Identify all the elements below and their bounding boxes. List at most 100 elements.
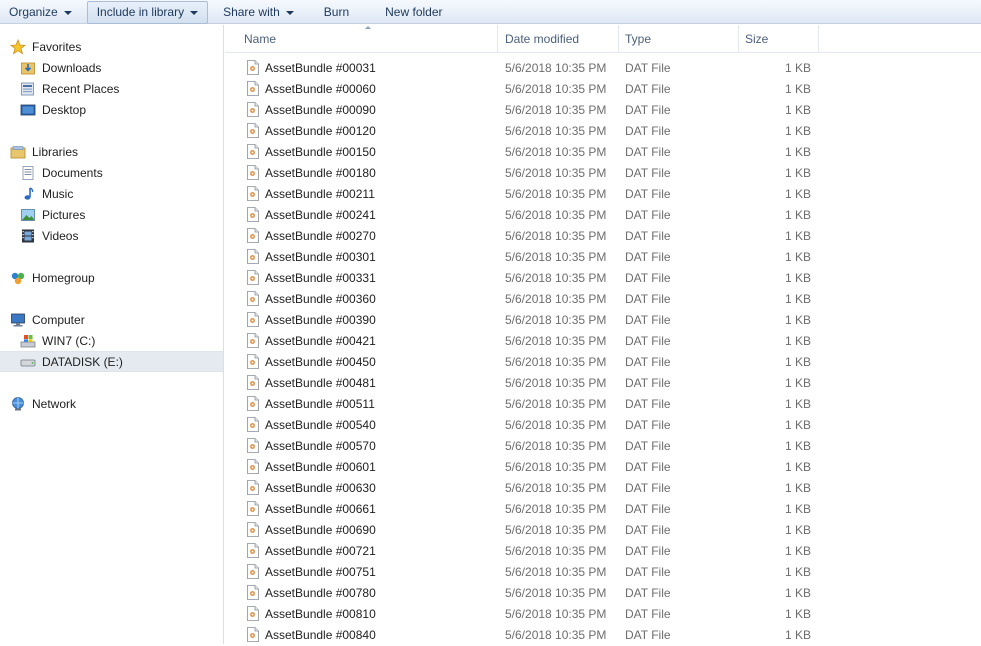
file-type: DAT File [625,481,671,495]
column-header-type[interactable]: Type [619,25,739,52]
file-size: 1 KB [784,502,811,516]
file-type: DAT File [625,418,671,432]
nav-computer[interactable]: Computer [0,309,223,330]
file-row[interactable]: AssetBundle #00601 5/6/2018 10:35 PM DAT F… [225,457,981,478]
file-row[interactable]: AssetBundle #00450 5/6/2018 10:35 PM DAT F… [225,352,981,373]
file-row[interactable]: AssetBundle #00270 5/6/2018 10:35 PM DAT F… [225,226,981,247]
navigation-pane: Favorites Downloads Recent Places Deskto… [0,25,224,644]
dat-file-icon [247,501,259,516]
file-row[interactable]: AssetBundle #00060 5/6/2018 10:35 PM DAT F… [225,79,981,100]
file-name: AssetBundle #00450 [265,355,376,369]
file-row[interactable]: AssetBundle #00511 5/6/2018 10:35 PM DAT F… [225,394,981,415]
nav-homegroup[interactable]: Homegroup [0,267,223,288]
file-row[interactable]: AssetBundle #00360 5/6/2018 10:35 PM DAT F… [225,289,981,310]
file-size: 1 KB [784,355,811,369]
file-row[interactable]: AssetBundle #00241 5/6/2018 10:35 PM DAT F… [225,205,981,226]
dat-file-icon [247,207,259,222]
file-row[interactable]: AssetBundle #00810 5/6/2018 10:35 PM DAT F… [225,604,981,625]
file-date-modified: 5/6/2018 10:35 PM [505,103,607,117]
column-header-size[interactable]: Size [739,25,819,52]
file-date-modified: 5/6/2018 10:35 PM [505,334,607,348]
nav-drive-e[interactable]: DATADISK (E:) [0,351,223,372]
file-row[interactable]: AssetBundle #00751 5/6/2018 10:35 PM DAT F… [225,562,981,583]
file-row[interactable]: AssetBundle #00421 5/6/2018 10:35 PM DAT F… [225,331,981,352]
file-name: AssetBundle #00270 [265,229,376,243]
nav-homegroup-label: Homegroup [32,270,95,285]
nav-recent-places[interactable]: Recent Places [0,78,223,99]
file-list-pane: Name Date modified Type Size AssetBundle… [225,25,981,644]
file-type: DAT File [625,187,671,201]
file-size: 1 KB [784,103,811,117]
file-size: 1 KB [784,565,811,579]
nav-network[interactable]: Network [0,393,223,414]
file-size: 1 KB [784,229,811,243]
dat-file-icon [247,312,259,327]
share-with-button[interactable]: Share with [214,1,303,23]
include-in-library-button[interactable]: Include in library [86,0,209,24]
dat-file-icon [247,627,259,642]
file-row[interactable]: AssetBundle #00780 5/6/2018 10:35 PM DAT F… [225,583,981,604]
file-row[interactable]: AssetBundle #00630 5/6/2018 10:35 PM DAT F… [225,478,981,499]
file-row[interactable]: AssetBundle #00331 5/6/2018 10:35 PM DAT F… [225,268,981,289]
file-name: AssetBundle #00031 [265,61,376,75]
column-header-date-modified[interactable]: Date modified [499,25,619,52]
file-type: DAT File [625,544,671,558]
file-type: DAT File [625,250,671,264]
file-date-modified: 5/6/2018 10:35 PM [505,166,607,180]
nav-videos[interactable]: Videos [0,225,223,246]
nav-favorites[interactable]: Favorites [0,36,223,57]
nav-desktop[interactable]: Desktop [0,99,223,120]
desktop-icon [20,102,36,118]
file-row[interactable]: AssetBundle #00690 5/6/2018 10:35 PM DAT F… [225,520,981,541]
chevron-down-icon [63,10,72,15]
nav-downloads[interactable]: Downloads [0,57,223,78]
file-date-modified: 5/6/2018 10:35 PM [505,355,607,369]
file-row[interactable]: AssetBundle #00211 5/6/2018 10:35 PM DAT F… [225,184,981,205]
file-row[interactable]: AssetBundle #00031 5/6/2018 10:35 PM DAT F… [225,58,981,79]
file-row[interactable]: AssetBundle #00840 5/6/2018 10:35 PM DAT F… [225,625,981,646]
nav-documents[interactable]: Documents [0,162,223,183]
file-row[interactable]: AssetBundle #00540 5/6/2018 10:35 PM DAT F… [225,415,981,436]
file-row[interactable]: AssetBundle #00481 5/6/2018 10:35 PM DAT F… [225,373,981,394]
dat-file-icon [247,186,259,201]
file-size: 1 KB [784,166,811,180]
column-header-name[interactable]: Name [238,25,498,52]
file-type: DAT File [625,460,671,474]
nav-pictures[interactable]: Pictures [0,204,223,225]
file-size: 1 KB [784,313,811,327]
dat-file-icon [247,165,259,180]
file-row[interactable]: AssetBundle #00120 5/6/2018 10:35 PM DAT F… [225,121,981,142]
file-row[interactable]: AssetBundle #00180 5/6/2018 10:35 PM DAT F… [225,163,981,184]
nav-music[interactable]: Music [0,183,223,204]
nav-libraries-label: Libraries [32,144,79,159]
file-type: DAT File [625,376,671,390]
file-date-modified: 5/6/2018 10:35 PM [505,187,607,201]
burn-button[interactable]: Burn [315,1,358,23]
dat-file-icon [247,585,259,600]
file-row[interactable]: AssetBundle #00661 5/6/2018 10:35 PM DAT F… [225,499,981,520]
file-size: 1 KB [784,439,811,453]
file-row[interactable]: AssetBundle #00150 5/6/2018 10:35 PM DAT F… [225,142,981,163]
organize-button[interactable]: Organize [0,1,81,23]
nav-computer-label: Computer [32,312,85,327]
new-folder-button[interactable]: New folder [376,1,451,23]
file-type: DAT File [625,607,671,621]
file-row[interactable]: AssetBundle #00301 5/6/2018 10:35 PM DAT F… [225,247,981,268]
file-row[interactable]: AssetBundle #00570 5/6/2018 10:35 PM DAT F… [225,436,981,457]
nav-drive-c[interactable]: WIN7 (C:) [0,330,223,351]
file-name: AssetBundle #00661 [265,502,376,516]
file-size: 1 KB [784,61,811,75]
dat-file-icon [247,396,259,411]
file-row[interactable]: AssetBundle #00721 5/6/2018 10:35 PM DAT F… [225,541,981,562]
file-row[interactable]: AssetBundle #00090 5/6/2018 10:35 PM DAT F… [225,100,981,121]
dat-file-icon [247,228,259,243]
dat-file-icon [247,543,259,558]
dat-file-icon [247,123,259,138]
file-date-modified: 5/6/2018 10:35 PM [505,124,607,138]
file-row[interactable]: AssetBundle #00390 5/6/2018 10:35 PM DAT F… [225,310,981,331]
file-size: 1 KB [784,334,811,348]
dat-file-icon [247,459,259,474]
nav-videos-label: Videos [42,228,79,243]
file-type: DAT File [625,523,671,537]
nav-libraries[interactable]: Libraries [0,141,223,162]
